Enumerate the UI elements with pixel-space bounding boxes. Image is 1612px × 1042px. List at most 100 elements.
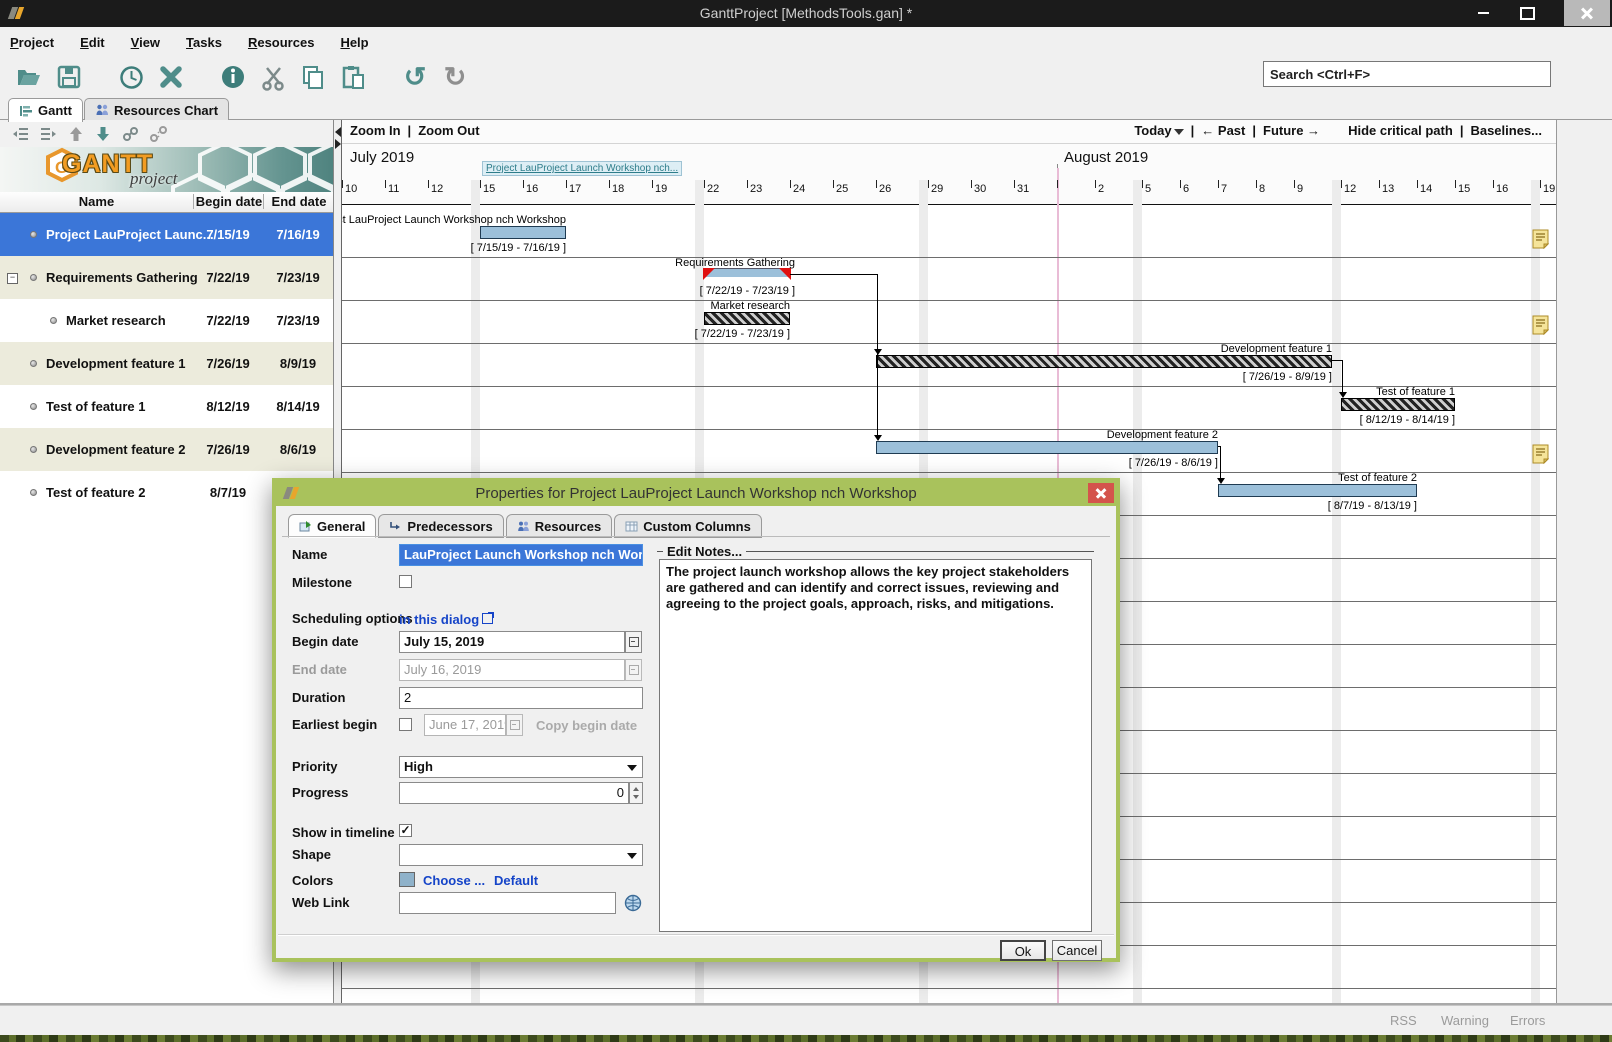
close-window-button[interactable] — [1564, 0, 1610, 26]
column-header-name[interactable]: Name — [0, 194, 193, 209]
move-down-button[interactable] — [95, 126, 111, 142]
zoom-out-link[interactable]: Zoom Out — [418, 123, 479, 138]
choose-color-link[interactable]: Choose ... — [423, 873, 485, 888]
name-input[interactable]: LauProject Launch Workshop nch Workshop — [399, 544, 643, 566]
show-in-timeline-checkbox[interactable]: ✓ — [399, 824, 412, 837]
dialog-tab-predecessors[interactable]: Predecessors — [378, 514, 503, 538]
begin-date-input[interactable]: July 15, 2019 — [399, 631, 625, 653]
past-link[interactable]: ← Past — [1201, 123, 1245, 138]
paste-button[interactable] — [336, 61, 370, 93]
redo-button[interactable]: ↻ — [438, 61, 472, 93]
errors-status-button[interactable]: Errors — [1510, 1013, 1545, 1028]
begin-date-picker-button[interactable] — [625, 631, 642, 653]
minimize-button[interactable] — [1464, 0, 1502, 26]
ok-button[interactable]: Ok — [1000, 940, 1046, 961]
column-header-end-date[interactable]: End date — [263, 194, 334, 209]
timescale-tick — [1417, 180, 1418, 188]
summary-bar[interactable] — [704, 268, 790, 282]
edit-notes-title: Edit Notes... — [667, 544, 742, 559]
delete-task-button[interactable] — [154, 61, 188, 93]
table-row[interactable]: Development feature 27/26/198/6/19 — [0, 428, 334, 471]
task-note-icon[interactable] — [1532, 315, 1549, 335]
hide-critical-path-link[interactable]: Hide critical path — [1348, 123, 1453, 138]
menu-help[interactable]: Help — [340, 35, 368, 50]
separator: | — [1252, 123, 1256, 138]
duration-input[interactable]: 2 — [399, 687, 643, 709]
critical-task-bar[interactable] — [876, 355, 1332, 368]
shape-label: Shape — [292, 847, 331, 862]
color-swatch[interactable] — [399, 872, 415, 887]
undo-button[interactable]: ↺ — [398, 61, 432, 93]
expander-toggle[interactable]: − — [7, 273, 18, 284]
scheduling-dialog-link[interactable]: in this dialog — [399, 611, 493, 629]
task-bar[interactable] — [876, 441, 1218, 454]
unindent-button[interactable] — [12, 126, 29, 142]
web-link-input[interactable] — [399, 892, 616, 914]
critical-task-bar[interactable] — [704, 312, 790, 325]
task-name-cell: Requirements Gathering — [46, 270, 198, 285]
menu-view[interactable]: View — [131, 35, 160, 50]
maximize-button[interactable] — [1508, 0, 1546, 26]
open-project-button[interactable] — [12, 61, 46, 93]
chart-zoom-controls: Zoom In | Zoom Out — [350, 123, 480, 138]
dialog-tab-custom-columns[interactable]: Custom Columns — [614, 514, 762, 538]
copy-button[interactable] — [296, 61, 330, 93]
link-tasks-button[interactable] — [122, 126, 139, 142]
move-up-button[interactable] — [68, 126, 84, 142]
dialog-tab-general[interactable]: General — [288, 514, 376, 538]
cancel-button[interactable]: Cancel — [1052, 940, 1102, 961]
menu-resources[interactable]: Resources — [248, 35, 314, 50]
schedule-button[interactable] — [114, 61, 148, 93]
cut-button[interactable] — [256, 61, 290, 93]
tab-gantt[interactable]: Gantt — [8, 98, 83, 122]
menu-edit[interactable]: Edit — [80, 35, 105, 50]
timescale-day-label: 19 — [655, 183, 667, 195]
shape-dropdown[interactable] — [399, 844, 643, 866]
unlink-tasks-button[interactable] — [150, 126, 167, 142]
timescale-tick — [876, 180, 877, 188]
task-bar[interactable] — [480, 226, 566, 239]
priority-dropdown[interactable]: High — [399, 756, 643, 778]
table-row[interactable]: Test of feature 18/12/198/14/19 — [0, 385, 334, 428]
critical-task-bar[interactable] — [1341, 398, 1455, 411]
web-link-label: Web Link — [292, 895, 350, 910]
progress-spinner[interactable] — [629, 782, 643, 804]
baselines-link[interactable]: Baselines... — [1470, 123, 1542, 138]
dialog-titlebar[interactable]: Properties for Project LauProject Launch… — [275, 481, 1117, 506]
zoom-in-link[interactable]: Zoom In — [350, 123, 401, 138]
progress-input[interactable]: 0 — [399, 782, 629, 804]
tab-resources-chart[interactable]: Resources Chart — [84, 98, 229, 121]
dialog-close-button[interactable] — [1088, 483, 1114, 503]
earliest-begin-checkbox[interactable] — [399, 718, 412, 731]
column-header-begin-date[interactable]: Begin date — [193, 194, 264, 209]
table-row[interactable]: Market research7/22/197/23/19 — [0, 299, 334, 342]
menu-project[interactable]: Project — [10, 35, 54, 50]
table-row[interactable]: Project LauProject Launc...7/15/197/16/1… — [0, 213, 334, 256]
menu-tasks[interactable]: Tasks — [186, 35, 222, 50]
tab-resources-label: Resources Chart — [114, 103, 218, 118]
dialog-tab-resources[interactable]: Resources — [506, 514, 612, 538]
timescale-tick — [1057, 180, 1058, 188]
task-note-icon[interactable] — [1532, 229, 1549, 249]
timescale-day-label: 22 — [707, 183, 719, 195]
milestone-checkbox[interactable] — [399, 575, 412, 588]
search-input[interactable] — [1263, 61, 1551, 87]
table-row[interactable]: Development feature 17/26/198/9/19 — [0, 342, 334, 385]
task-bar[interactable] — [1218, 484, 1417, 497]
task-properties-button[interactable] — [216, 61, 250, 93]
task-end-cell: 8/14/19 — [263, 399, 333, 414]
notes-textarea[interactable]: The project launch workshop allows the k… — [659, 559, 1092, 932]
row-gridline — [342, 988, 1556, 989]
task-note-icon[interactable] — [1532, 444, 1549, 464]
table-row[interactable]: −Requirements Gathering7/22/197/23/19 — [0, 256, 334, 299]
rss-status-button[interactable]: RSS — [1390, 1013, 1417, 1028]
main-toolbar: ↺ ↻ — [0, 57, 1612, 97]
today-link[interactable]: Today — [1134, 123, 1183, 138]
indent-button[interactable] — [40, 126, 57, 142]
future-link[interactable]: Future → — [1263, 123, 1320, 138]
save-project-button[interactable] — [52, 61, 86, 93]
default-color-link[interactable]: Default — [494, 873, 538, 888]
timeline-task-label[interactable]: Project LauProject Launch Workshop nch..… — [482, 161, 682, 176]
warning-status-button[interactable]: Warning — [1441, 1013, 1489, 1028]
globe-icon[interactable] — [624, 894, 642, 912]
